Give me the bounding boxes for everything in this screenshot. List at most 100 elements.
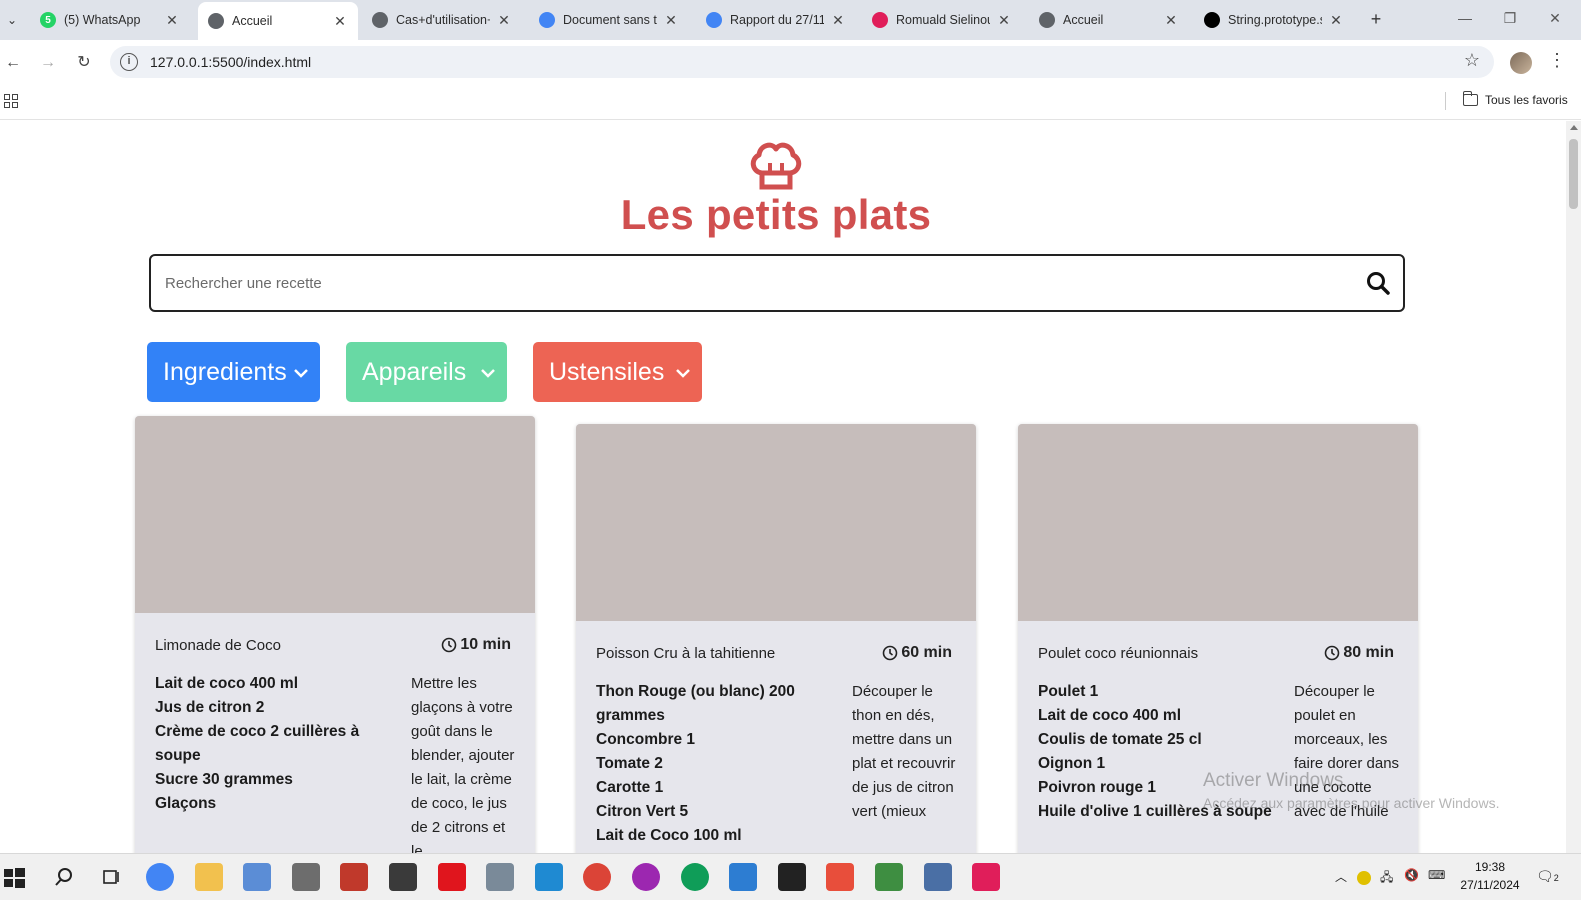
chrome-icon[interactable]	[146, 863, 174, 891]
tab-close-icon[interactable]: ✕	[164, 12, 180, 28]
tab-close-icon[interactable]: ✕	[996, 12, 1012, 28]
search-bar	[149, 254, 1405, 312]
back-button[interactable]: ←	[0, 50, 26, 76]
clock-icon	[1325, 645, 1340, 661]
tab-title: Accueil	[1063, 13, 1104, 27]
ingredient-item: Coulis de tomate 25 cl	[1038, 731, 1202, 748]
chef-hat-icon	[750, 142, 802, 190]
image-viewer-icon[interactable]	[486, 863, 515, 891]
tab-title: Rapport du 27/11/	[730, 13, 824, 27]
search-icon[interactable]	[1365, 270, 1391, 296]
ingredient-item: Concombre 1	[596, 731, 696, 748]
ingredient-item: Lait de Coco 100 ml	[596, 827, 742, 844]
recipe-description: Découper le thon en dés, mettre dans un …	[852, 683, 956, 820]
git-icon[interactable]	[826, 863, 855, 891]
address-url[interactable]: 127.0.0.1:5500/index.html	[150, 54, 311, 70]
search-input[interactable]	[165, 268, 1345, 298]
more-menu-icon[interactable]: ⋮	[1548, 50, 1566, 71]
filter-ustensiles-button[interactable]: Ustensiles	[533, 342, 702, 402]
filter-ingredients-button[interactable]: Ingredients	[147, 342, 320, 402]
close-window-button[interactable]: ✕	[1545, 10, 1565, 27]
recipe-card[interactable]: Limonade de Coco 10 min Lait de coco 400…	[135, 416, 535, 853]
notification-center-icon[interactable]: 🗨2	[1536, 868, 1559, 885]
ingredient-item: Poulet 1	[1038, 683, 1099, 700]
browser-tab[interactable]: String.prototype.s ✕	[1194, 4, 1354, 36]
volume-muted-icon[interactable]: 🔇	[1404, 868, 1419, 882]
address-bar[interactable]: i 127.0.0.1:5500/index.html ☆	[110, 46, 1494, 78]
browser-tab[interactable]: Cas+d'utilisation+ ✕	[362, 4, 522, 36]
scrollbar-thumb[interactable]	[1569, 139, 1578, 209]
page-scrollbar[interactable]	[1566, 121, 1581, 853]
ingredient-item: Glaçons	[155, 795, 217, 812]
network-tool-icon[interactable]	[923, 863, 952, 891]
profile-avatar[interactable]	[1510, 52, 1532, 74]
reload-button[interactable]: ↻	[71, 50, 97, 76]
scroll-up-arrow-icon[interactable]	[1570, 125, 1578, 130]
chrome-icon[interactable]	[680, 863, 709, 891]
tab-close-icon[interactable]: ✕	[332, 13, 348, 29]
mail-icon[interactable]	[729, 863, 758, 891]
ingredient-item: Lait de coco 400 ml	[155, 675, 298, 692]
site-title: Les petits plats	[620, 191, 932, 238]
recipe-image	[1018, 424, 1418, 621]
keyboard-icon[interactable]: ⌨	[1428, 868, 1445, 882]
clock-icon	[883, 645, 898, 661]
browser-tab[interactable]: Accueil ✕	[1029, 4, 1189, 36]
clock-icon	[442, 637, 457, 653]
filter-appareils-button[interactable]: Appareils	[346, 342, 507, 402]
all-bookmarks-button[interactable]: Tous les favoris	[1462, 91, 1568, 107]
tab-close-icon[interactable]: ✕	[1163, 12, 1179, 28]
filter-ustensiles-label: Ustensiles	[549, 357, 665, 386]
search-icon[interactable]	[50, 863, 78, 891]
browser-tab[interactable]: 5 (5) WhatsApp ✕	[30, 4, 190, 36]
clock-date: 27/11/2024	[1460, 878, 1520, 892]
tray-app-icon[interactable]	[1357, 871, 1371, 885]
spreadsheet-icon[interactable]	[875, 863, 903, 891]
opera-icon[interactable]	[437, 863, 466, 891]
tray-expand-icon[interactable]: ︿	[1335, 868, 1347, 885]
apps-grid-icon[interactable]	[4, 94, 18, 108]
bookmark-star-icon[interactable]: ☆	[1464, 50, 1480, 71]
recipe-time: 80 min	[1324, 644, 1394, 662]
slack-icon[interactable]	[972, 863, 1001, 891]
new-tab-button[interactable]: +	[1364, 8, 1388, 32]
recipe-time-value: 10 min	[460, 636, 511, 653]
windows-start-icon[interactable]	[2, 866, 26, 890]
ingredient-item: Sucre 30 grammes	[155, 771, 293, 788]
bookmarks-bar: Tous les favoris	[0, 84, 1581, 120]
settings-icon[interactable]	[389, 863, 417, 891]
minimize-button[interactable]: —	[1455, 10, 1475, 26]
tab-close-icon[interactable]: ✕	[663, 12, 679, 28]
color-app-icon[interactable]	[632, 863, 660, 891]
ingredient-item: Jus de citron 2	[155, 699, 265, 716]
documents-icon[interactable]	[243, 863, 272, 891]
vscode-icon[interactable]	[534, 863, 563, 891]
tab-search-chevron-icon[interactable]: ⌄	[0, 8, 24, 32]
ingredient-item: Tomate 2	[596, 755, 663, 772]
browser-tab[interactable]: Accueil ✕	[198, 2, 358, 40]
tools-icon[interactable]	[291, 863, 320, 891]
restore-button[interactable]: ❐	[1500, 10, 1520, 27]
globe-icon	[372, 12, 388, 28]
all-bookmarks-label: Tous les favoris	[1485, 93, 1568, 107]
browser-tab[interactable]: Rapport du 27/11/ ✕	[696, 4, 856, 36]
site-info-icon[interactable]: i	[120, 53, 138, 71]
slack-icon	[872, 12, 888, 28]
recipe-card[interactable]: Poisson Cru à la tahitienne 60 min Thon …	[576, 424, 976, 853]
tab-close-icon[interactable]: ✕	[496, 12, 512, 28]
network-icon[interactable]: 🖧	[1380, 868, 1393, 889]
browser-tab[interactable]: Romuald Sielinou ✕	[862, 4, 1022, 36]
chrome-profile-icon[interactable]	[583, 863, 612, 891]
forward-button[interactable]: →	[35, 50, 61, 76]
tab-close-icon[interactable]: ✕	[830, 12, 846, 28]
ingredient-item: Lait de coco 400 ml	[1038, 707, 1181, 724]
file-explorer-icon[interactable]	[194, 863, 223, 891]
taskbar-clock[interactable]: 19:38 27/11/2024	[1458, 858, 1522, 894]
task-view-icon[interactable]	[97, 863, 125, 891]
browser-tab[interactable]: Document sans titr ✕	[529, 4, 689, 36]
terminal-icon[interactable]	[777, 863, 806, 891]
archive-icon[interactable]	[340, 863, 369, 891]
folder-icon	[1462, 91, 1478, 106]
bookmarks-divider	[1445, 92, 1446, 110]
tab-close-icon[interactable]: ✕	[1328, 12, 1344, 28]
